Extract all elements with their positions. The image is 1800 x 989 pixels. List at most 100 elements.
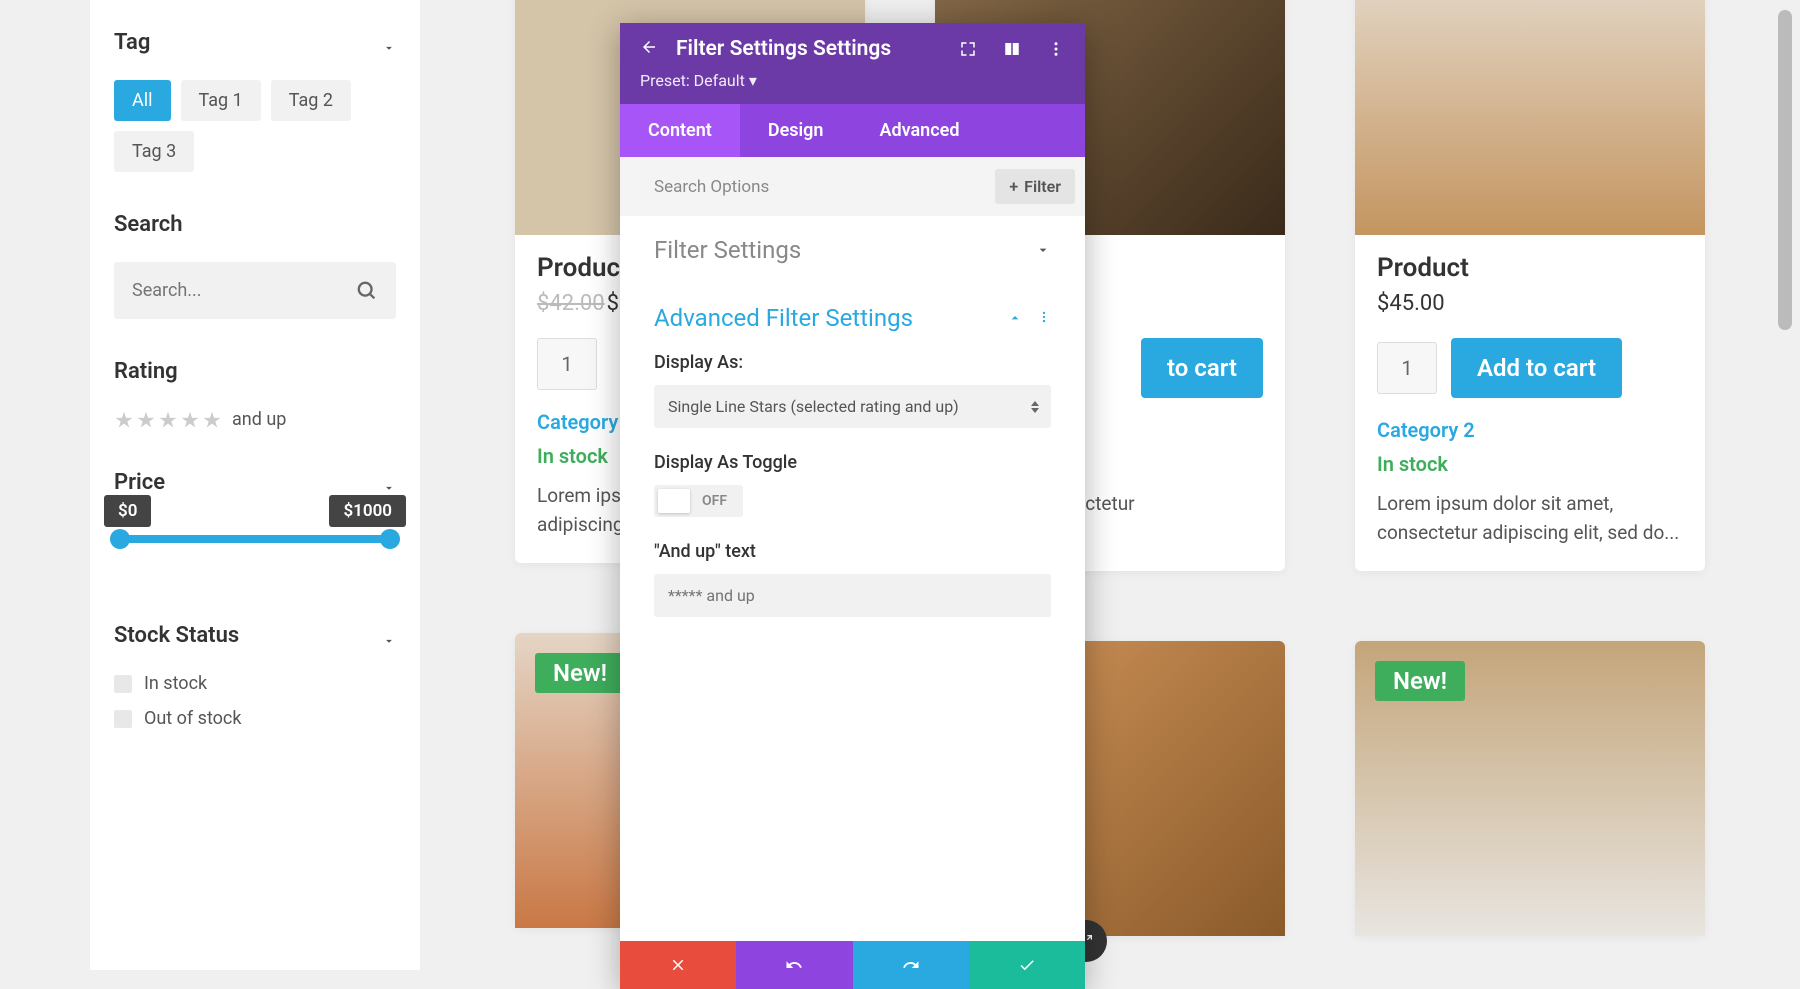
field-toggle: Display As Toggle OFF [654, 452, 1051, 517]
more-icon[interactable] [1047, 40, 1065, 58]
search-section: Search [114, 212, 396, 319]
price-title: Price [114, 470, 165, 495]
tab-design[interactable]: Design [740, 104, 852, 157]
filter-button[interactable]: +Filter [995, 169, 1075, 204]
panel-footer [620, 941, 1085, 989]
rating-section: Rating and up [114, 359, 396, 430]
chevron-down-icon [382, 629, 396, 643]
panel-header-top: Filter Settings Settings [640, 37, 1065, 61]
rating-title: Rating [114, 359, 396, 384]
star-icon [202, 410, 222, 430]
panel-header: Filter Settings Settings Preset: Default… [620, 23, 1085, 104]
add-to-cart-button[interactable]: to cart [1141, 338, 1263, 398]
chevron-down-icon [382, 36, 396, 50]
stock-item-in[interactable]: In stock [114, 673, 396, 694]
tag-list: All Tag 1 Tag 2 Tag 3 [114, 80, 396, 172]
product-image[interactable]: New! [1355, 641, 1705, 936]
checkbox[interactable] [114, 675, 132, 693]
section-advanced-settings[interactable]: Advanced Filter Settings [620, 284, 1085, 352]
panel-tabs: Content Design Advanced [620, 104, 1085, 157]
and-up-input[interactable] [654, 574, 1051, 617]
tag-1[interactable]: Tag 1 [181, 80, 261, 121]
chevron-down-icon [1035, 242, 1051, 258]
redo-button[interactable] [853, 941, 969, 989]
tag-title-row[interactable]: Tag [114, 30, 396, 55]
undo-button[interactable] [736, 941, 852, 989]
price-section: Price $0 $1000 [114, 470, 396, 543]
save-button[interactable] [969, 941, 1085, 989]
qty-input[interactable] [1377, 342, 1437, 394]
stock-status: In stock [1377, 452, 1683, 476]
old-price: $42.00 [537, 291, 605, 316]
section-filter-settings[interactable]: Filter Settings [620, 216, 1085, 284]
product-price: $45.00 [1377, 291, 1683, 316]
product-card: New! [1355, 641, 1705, 936]
price-title-row[interactable]: Price [114, 470, 396, 495]
filter-sidebar: Tag All Tag 1 Tag 2 Tag 3 Search Rating [90, 0, 420, 970]
star-icon [180, 410, 200, 430]
price-min: $0 [104, 495, 151, 527]
panel-preset[interactable]: Preset: Default ▾ [640, 71, 1065, 90]
tab-advanced[interactable]: Advanced [851, 104, 987, 157]
stock-list: In stock Out of stock [114, 673, 396, 729]
more-icon[interactable] [1037, 309, 1051, 328]
price-labels: $0 $1000 [104, 495, 406, 527]
field-label: Display As Toggle [654, 452, 1051, 473]
section-title: Filter Settings [654, 236, 801, 264]
plus-icon: + [1009, 177, 1018, 196]
rating-stars [114, 410, 222, 430]
star-icon [114, 410, 134, 430]
expand-icon[interactable] [959, 40, 977, 58]
star-icon [158, 410, 178, 430]
product-image[interactable] [1355, 0, 1705, 235]
chevron-down-icon [382, 476, 396, 490]
stock-label: In stock [144, 673, 207, 694]
tag-3[interactable]: Tag 3 [114, 131, 194, 172]
slider-handle-max[interactable] [380, 529, 400, 549]
display-as-select[interactable]: Single Line Stars (selected rating and u… [654, 385, 1051, 428]
chevron-up-icon[interactable] [1007, 310, 1023, 326]
stock-item-out[interactable]: Out of stock [114, 708, 396, 729]
search-icon[interactable] [356, 280, 378, 302]
back-icon[interactable] [640, 38, 658, 60]
search-input[interactable] [114, 262, 396, 319]
stock-label: Out of stock [144, 708, 241, 729]
panel-search-input[interactable]: Search Options [654, 177, 769, 197]
panel-title: Filter Settings Settings [676, 37, 941, 61]
tag-2[interactable]: Tag 2 [271, 80, 351, 121]
section-title: Advanced Filter Settings [654, 304, 913, 332]
scrollbar[interactable] [1778, 10, 1792, 330]
product-card: Product $45.00 Add to cart Category 2 In… [1355, 0, 1705, 571]
tag-all[interactable]: All [114, 80, 171, 121]
tag-section: Tag All Tag 1 Tag 2 Tag 3 [114, 30, 396, 172]
columns-icon[interactable] [1003, 40, 1021, 58]
search-title: Search [114, 212, 396, 237]
product-col: Product $45.00 Add to cart Category 2 In… [1355, 0, 1705, 936]
slider-track [114, 535, 396, 543]
price-slider[interactable]: $0 $1000 [114, 535, 396, 543]
price-max: $1000 [329, 495, 406, 527]
new-badge: New! [1375, 661, 1465, 701]
checkbox[interactable] [114, 710, 132, 728]
add-to-cart-button[interactable]: Add to cart [1451, 338, 1622, 398]
product-name[interactable]: Product [1377, 253, 1683, 283]
slider-handle-min[interactable] [110, 529, 130, 549]
panel-icons [959, 40, 1065, 58]
rating-row[interactable]: and up [114, 409, 396, 430]
toggle-handle [658, 489, 690, 513]
cancel-button[interactable] [620, 941, 736, 989]
toggle-label: OFF [690, 493, 739, 509]
product-desc: Lorem ipsum dolor sit amet, consectetur … [1377, 490, 1683, 547]
settings-panel: Filter Settings Settings Preset: Default… [620, 23, 1085, 989]
tab-content[interactable]: Content [620, 104, 740, 157]
field-label: "And up" text [654, 541, 1051, 562]
toggle-switch[interactable]: OFF [654, 485, 743, 517]
panel-body: Display As: Single Line Stars (selected … [620, 352, 1085, 661]
select-wrap: Single Line Stars (selected rating and u… [654, 385, 1051, 428]
stock-title-row[interactable]: Stock Status [114, 623, 396, 648]
field-label: Display As: [654, 352, 1051, 373]
rating-text: and up [232, 409, 286, 430]
product-info: Product $45.00 Add to cart Category 2 In… [1355, 235, 1705, 571]
qty-input[interactable] [537, 338, 597, 390]
category-link[interactable]: Category 2 [1377, 418, 1683, 442]
